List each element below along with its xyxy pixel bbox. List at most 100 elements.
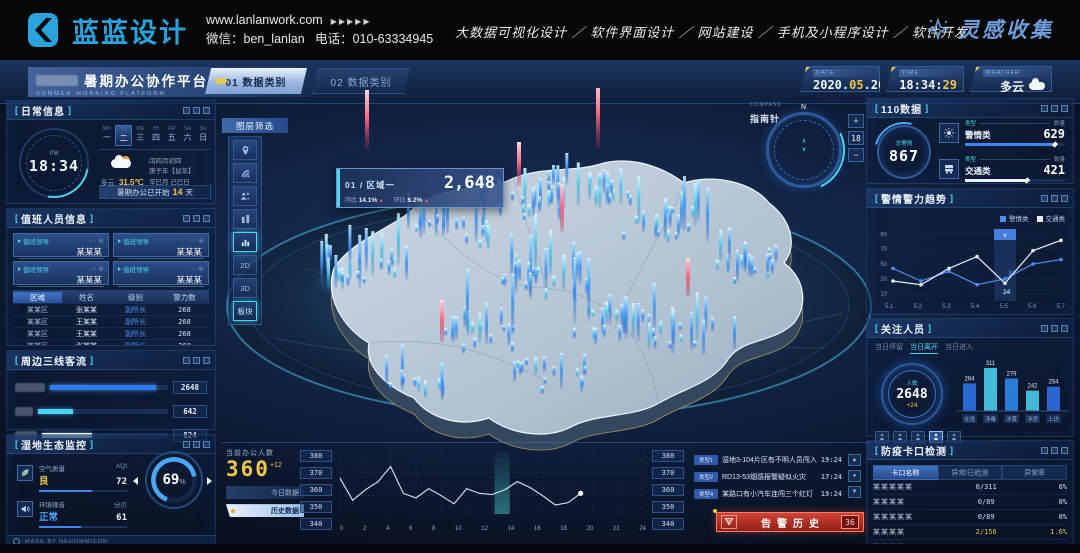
services-list: 大数据可视化设计 ／ 软件界面设计 ／ 网站建设 ／ 手机及小程序设计 ／ 软件… <box>455 22 968 41</box>
minimize-icon[interactable] <box>1041 105 1048 112</box>
expand-icon[interactable] <box>1061 325 1068 332</box>
y-axis-box: 370 <box>300 467 332 479</box>
scroll-down-icon[interactable]: ▼ <box>848 486 861 498</box>
expand-icon[interactable] <box>203 357 210 364</box>
checkpoint-row[interactable]: 某某某某2/1561.6% <box>873 525 1067 540</box>
close-icon[interactable]: ⊗ <box>198 237 204 245</box>
window-icon[interactable] <box>1051 447 1058 454</box>
svg-text:242: 242 <box>1027 384 1038 390</box>
trend-chart: 9070503010∨3024 <box>873 221 1069 307</box>
expand-icon[interactable] <box>1061 447 1068 454</box>
duty-column-3[interactable]: 警力数 <box>160 292 209 303</box>
layer-toolbar: 2D 3D 板块 <box>228 136 262 325</box>
x-tick: 4 <box>386 526 389 532</box>
minimize-icon[interactable] <box>1041 447 1048 454</box>
weekday-cell[interactable]: TU二 <box>115 125 133 146</box>
alert-history-banner[interactable]: 告警历史 36 <box>716 512 864 532</box>
window-icon[interactable] <box>193 107 200 114</box>
panel-daily-info: [日常信息] PM18:34 MO一TU二WE三TH四FR五SA六SU日 多云 … <box>6 100 216 204</box>
expand-icon[interactable] <box>203 441 210 448</box>
layer-button-block[interactable]: 板块 <box>233 301 257 321</box>
prev-icon[interactable] <box>133 477 138 485</box>
expand-icon[interactable] <box>1061 195 1068 202</box>
today-data-button[interactable]: 今日数据 <box>226 486 304 499</box>
duty-card[interactable]: 值班领导⋯⊗某某某 <box>113 261 209 285</box>
minimize-icon[interactable] <box>183 215 190 222</box>
duty-column-1[interactable]: 姓名 <box>62 292 111 303</box>
window-icon[interactable] <box>193 441 200 448</box>
svg-text:30: 30 <box>880 277 887 283</box>
weekday-cell[interactable]: FR五 <box>164 125 180 146</box>
minimize-icon[interactable] <box>183 107 190 114</box>
svg-text:90: 90 <box>880 232 887 238</box>
close-icon[interactable]: ⊗ <box>98 265 104 273</box>
duty-column-2[interactable]: 级别 <box>111 292 160 303</box>
next-icon[interactable] <box>207 477 212 485</box>
flow-row: 2648 <box>7 381 215 394</box>
alert-row[interactable]: 类型1湿地3-104片区有不明人员闯入19:24 <box>694 454 842 466</box>
svg-text:264: 264 <box>964 376 975 382</box>
flow-list: 2648642824 <box>7 381 215 442</box>
minimize-icon[interactable] <box>1041 195 1048 202</box>
logo[interactable]: 蓝蓝设计 <box>26 11 188 50</box>
checkpoint-column-1[interactable]: 异常/已检测 <box>938 465 1003 480</box>
weekday-cell[interactable]: TH四 <box>148 125 164 146</box>
minimize-icon[interactable] <box>183 441 190 448</box>
expand-icon[interactable] <box>203 107 210 114</box>
layer-button-2d[interactable]: 2D <box>233 255 257 275</box>
checkpoint-column-0[interactable]: 卡口名称 <box>873 465 938 480</box>
window-icon[interactable] <box>193 357 200 364</box>
partly-cloudy-icon <box>111 159 133 169</box>
collect-link[interactable]: 灵感收集 <box>926 14 1054 44</box>
layer-button-signal[interactable] <box>233 163 257 183</box>
window-icon[interactable] <box>1051 325 1058 332</box>
layer-button-camera[interactable] <box>233 140 257 160</box>
checkpoint-row[interactable]: 某某某某0/890% <box>873 495 1067 510</box>
duty-card[interactable]: 值班领导⋯⊗某某某 <box>13 261 109 285</box>
weekday-cell[interactable]: SA六 <box>180 125 196 146</box>
duty-row[interactable]: 某某区张某某副所长268 <box>13 304 209 316</box>
duty-row[interactable]: 某某区张某某副所长268 <box>13 340 209 346</box>
duty-column-0[interactable]: 区域 <box>13 292 62 303</box>
minimize-icon[interactable] <box>1041 325 1048 332</box>
checkpoint-column-2[interactable]: 异常率 <box>1002 465 1067 480</box>
weekday-cell[interactable]: MO一 <box>99 125 115 146</box>
layer-button-3d[interactable]: 3D <box>233 278 257 298</box>
date-label: DATE <box>813 69 873 77</box>
window-icon[interactable] <box>1051 195 1058 202</box>
layer-button-building[interactable] <box>233 209 257 229</box>
weekday-cell[interactable]: WE三 <box>132 125 148 146</box>
window-icon[interactable] <box>193 215 200 222</box>
history-data-button[interactable]: 历史数据 <box>226 504 304 517</box>
duty-card[interactable]: 值班领导⋯⊗某某某 <box>113 233 209 257</box>
alert-row[interactable]: 类型2RD13-53烟感报警疑似火灾17:24 <box>694 471 842 483</box>
office-line-chart <box>336 450 648 522</box>
compass[interactable]: COMPASS指南针 N ∧∨ <box>752 106 844 198</box>
duty-card[interactable]: 值班领导⋯⊗某某某 <box>13 233 109 257</box>
duty-row[interactable]: 某某区王某某副所长268 <box>13 316 209 328</box>
compass-needle-icon: ∧∨ <box>796 138 812 153</box>
checkpoint-row[interactable]: 某某某某某0/3110% <box>873 480 1067 495</box>
weekday-cell[interactable]: SU日 <box>195 125 211 146</box>
checkpoint-row[interactable]: 某某某某2/2681.6% <box>873 540 1067 553</box>
layer-button-bar-chart[interactable] <box>233 232 257 252</box>
censored-block <box>36 75 78 86</box>
checkpoint-row[interactable]: 某某某某某0/890% <box>873 510 1067 525</box>
layer-button-team[interactable] <box>233 186 257 206</box>
alert-row[interactable]: 类型4某路口有小汽车连闯三个红灯19:24 <box>694 488 842 500</box>
x-tick: 20 <box>587 526 594 532</box>
window-icon[interactable] <box>1051 105 1058 112</box>
scroll-dot-icon[interactable]: ● <box>848 470 861 482</box>
scroll-up-icon[interactable]: ▲ <box>848 454 861 466</box>
zoom-out-button[interactable]: − <box>848 148 864 162</box>
expand-icon[interactable] <box>203 215 210 222</box>
duty-row[interactable]: 某某区王某某副所长268 <box>13 328 209 340</box>
close-icon[interactable]: ⊗ <box>98 237 104 245</box>
close-icon[interactable]: ⊗ <box>198 265 204 273</box>
site-url[interactable]: www.lanlanwork.com <box>206 13 323 27</box>
expand-icon[interactable] <box>1061 105 1068 112</box>
focus-tab-0[interactable]: 当日停留 <box>875 342 903 354</box>
minimize-icon[interactable] <box>183 357 190 364</box>
focus-tab-1[interactable]: 当日离开 <box>910 342 938 354</box>
zoom-in-button[interactable]: + <box>848 114 864 128</box>
